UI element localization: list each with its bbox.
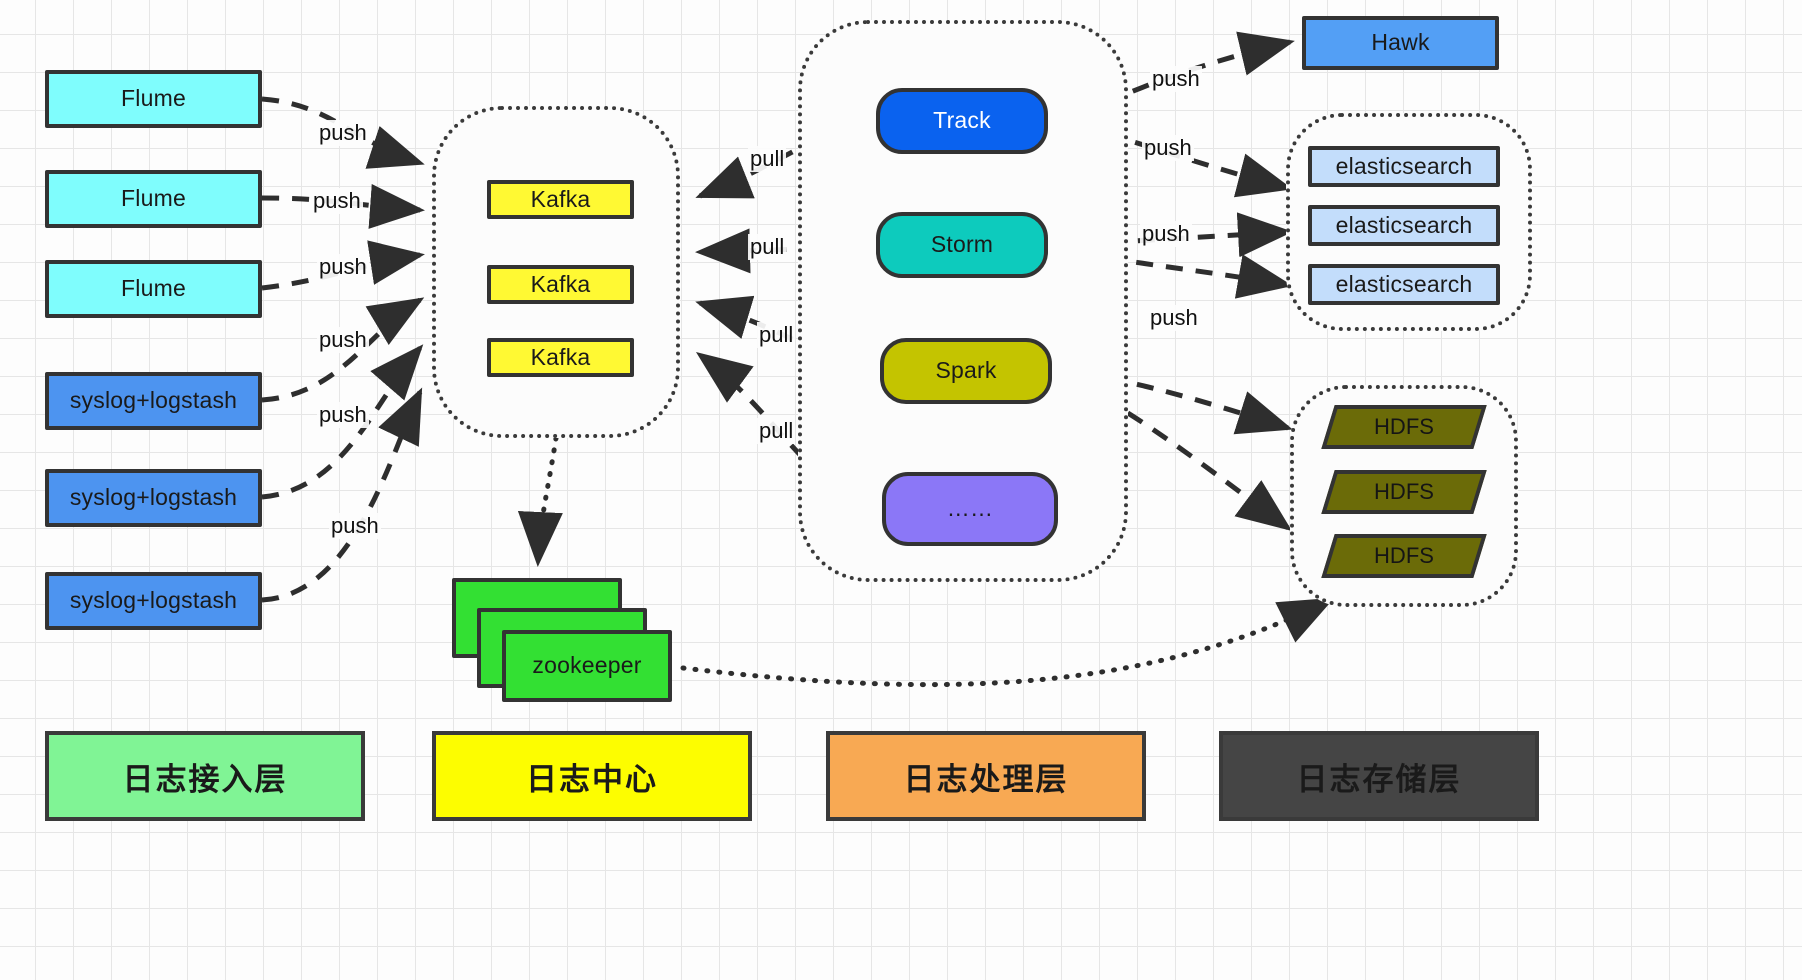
- legend-label: 日志接入层: [122, 761, 288, 797]
- node-label: Storm: [930, 231, 994, 258]
- node-label: zookeeper: [532, 652, 642, 679]
- node-label: Kafka: [530, 270, 591, 297]
- edge-label-push-es-2: push: [1140, 221, 1192, 247]
- legend-log-center[interactable]: 日志中心: [432, 731, 752, 821]
- node-label: Spark: [935, 357, 997, 384]
- node-flume-3[interactable]: Flume: [45, 260, 262, 318]
- legend-label: 日志处理层: [903, 761, 1069, 797]
- edge-label-push-4: push: [317, 327, 369, 353]
- node-hawk[interactable]: Hawk: [1302, 16, 1499, 70]
- node-hdfs-2[interactable]: HDFS: [1321, 470, 1487, 514]
- node-label: Kafka: [530, 185, 591, 212]
- node-label: Hawk: [1371, 29, 1430, 56]
- node-flume-2[interactable]: Flume: [45, 170, 262, 228]
- node-label: syslog+logstash: [69, 587, 238, 614]
- legend-ingest-layer[interactable]: 日志接入层: [45, 731, 365, 821]
- edge-label-push-6: push: [329, 513, 381, 539]
- node-label: Flume: [121, 185, 186, 212]
- node-label: elasticsearch: [1335, 152, 1473, 179]
- edge-label-pull-2: pull: [748, 234, 787, 260]
- edge-label-push-hawk: push: [1150, 66, 1202, 92]
- node-label: Flume: [121, 85, 186, 112]
- node-label: Track: [933, 107, 991, 134]
- node-storm[interactable]: Storm: [876, 212, 1048, 278]
- node-hdfs-3[interactable]: HDFS: [1321, 534, 1487, 578]
- node-label: syslog+logstash: [69, 387, 238, 414]
- node-zookeeper[interactable]: zookeeper: [502, 630, 672, 702]
- node-kafka-1[interactable]: Kafka: [487, 180, 634, 219]
- legend-label: 日志存储层: [1296, 761, 1462, 797]
- edge-label-pull-3: pull: [757, 322, 796, 348]
- node-elasticsearch-2[interactable]: elasticsearch: [1308, 205, 1500, 246]
- edge-label-push-3: push: [317, 254, 369, 280]
- edge-label-push-1: push: [317, 120, 369, 146]
- node-elasticsearch-3[interactable]: elasticsearch: [1308, 264, 1500, 305]
- node-label: HDFS: [1374, 479, 1434, 504]
- node-hdfs-1[interactable]: HDFS: [1321, 405, 1487, 449]
- node-others[interactable]: ……: [882, 472, 1058, 546]
- node-kafka-2[interactable]: Kafka: [487, 265, 634, 304]
- node-label: Flume: [121, 275, 186, 302]
- legend-storage-layer[interactable]: 日志存储层: [1219, 731, 1539, 821]
- edge-label-pull-1: pull: [748, 146, 787, 172]
- legend-label: 日志中心: [526, 761, 658, 797]
- node-label: Kafka: [530, 343, 591, 370]
- legend-process-layer[interactable]: 日志处理层: [826, 731, 1146, 821]
- node-label: syslog+logstash: [69, 484, 238, 511]
- node-label: elasticsearch: [1335, 270, 1473, 297]
- edge-label-pull-4: pull: [757, 418, 796, 444]
- node-syslog-logstash-3[interactable]: syslog+logstash: [45, 572, 262, 630]
- edge-label-push-hdfs: push: [1148, 305, 1200, 331]
- diagram-canvas: Flume Flume Flume syslog+logstash syslog…: [0, 0, 1802, 980]
- node-elasticsearch-1[interactable]: elasticsearch: [1308, 146, 1500, 187]
- node-syslog-logstash-2[interactable]: syslog+logstash: [45, 469, 262, 527]
- node-spark[interactable]: Spark: [880, 338, 1052, 404]
- edge-label-push-2: push: [311, 188, 363, 214]
- node-flume-1[interactable]: Flume: [45, 70, 262, 128]
- node-label: HDFS: [1374, 414, 1434, 439]
- node-label: HDFS: [1374, 543, 1434, 568]
- edge-label-push-5: push: [317, 402, 369, 428]
- node-label: ……: [946, 495, 994, 522]
- node-track[interactable]: Track: [876, 88, 1048, 154]
- node-syslog-logstash-1[interactable]: syslog+logstash: [45, 372, 262, 430]
- node-kafka-3[interactable]: Kafka: [487, 338, 634, 377]
- edge-label-push-es-1: push: [1142, 135, 1194, 161]
- node-label: elasticsearch: [1335, 211, 1473, 238]
